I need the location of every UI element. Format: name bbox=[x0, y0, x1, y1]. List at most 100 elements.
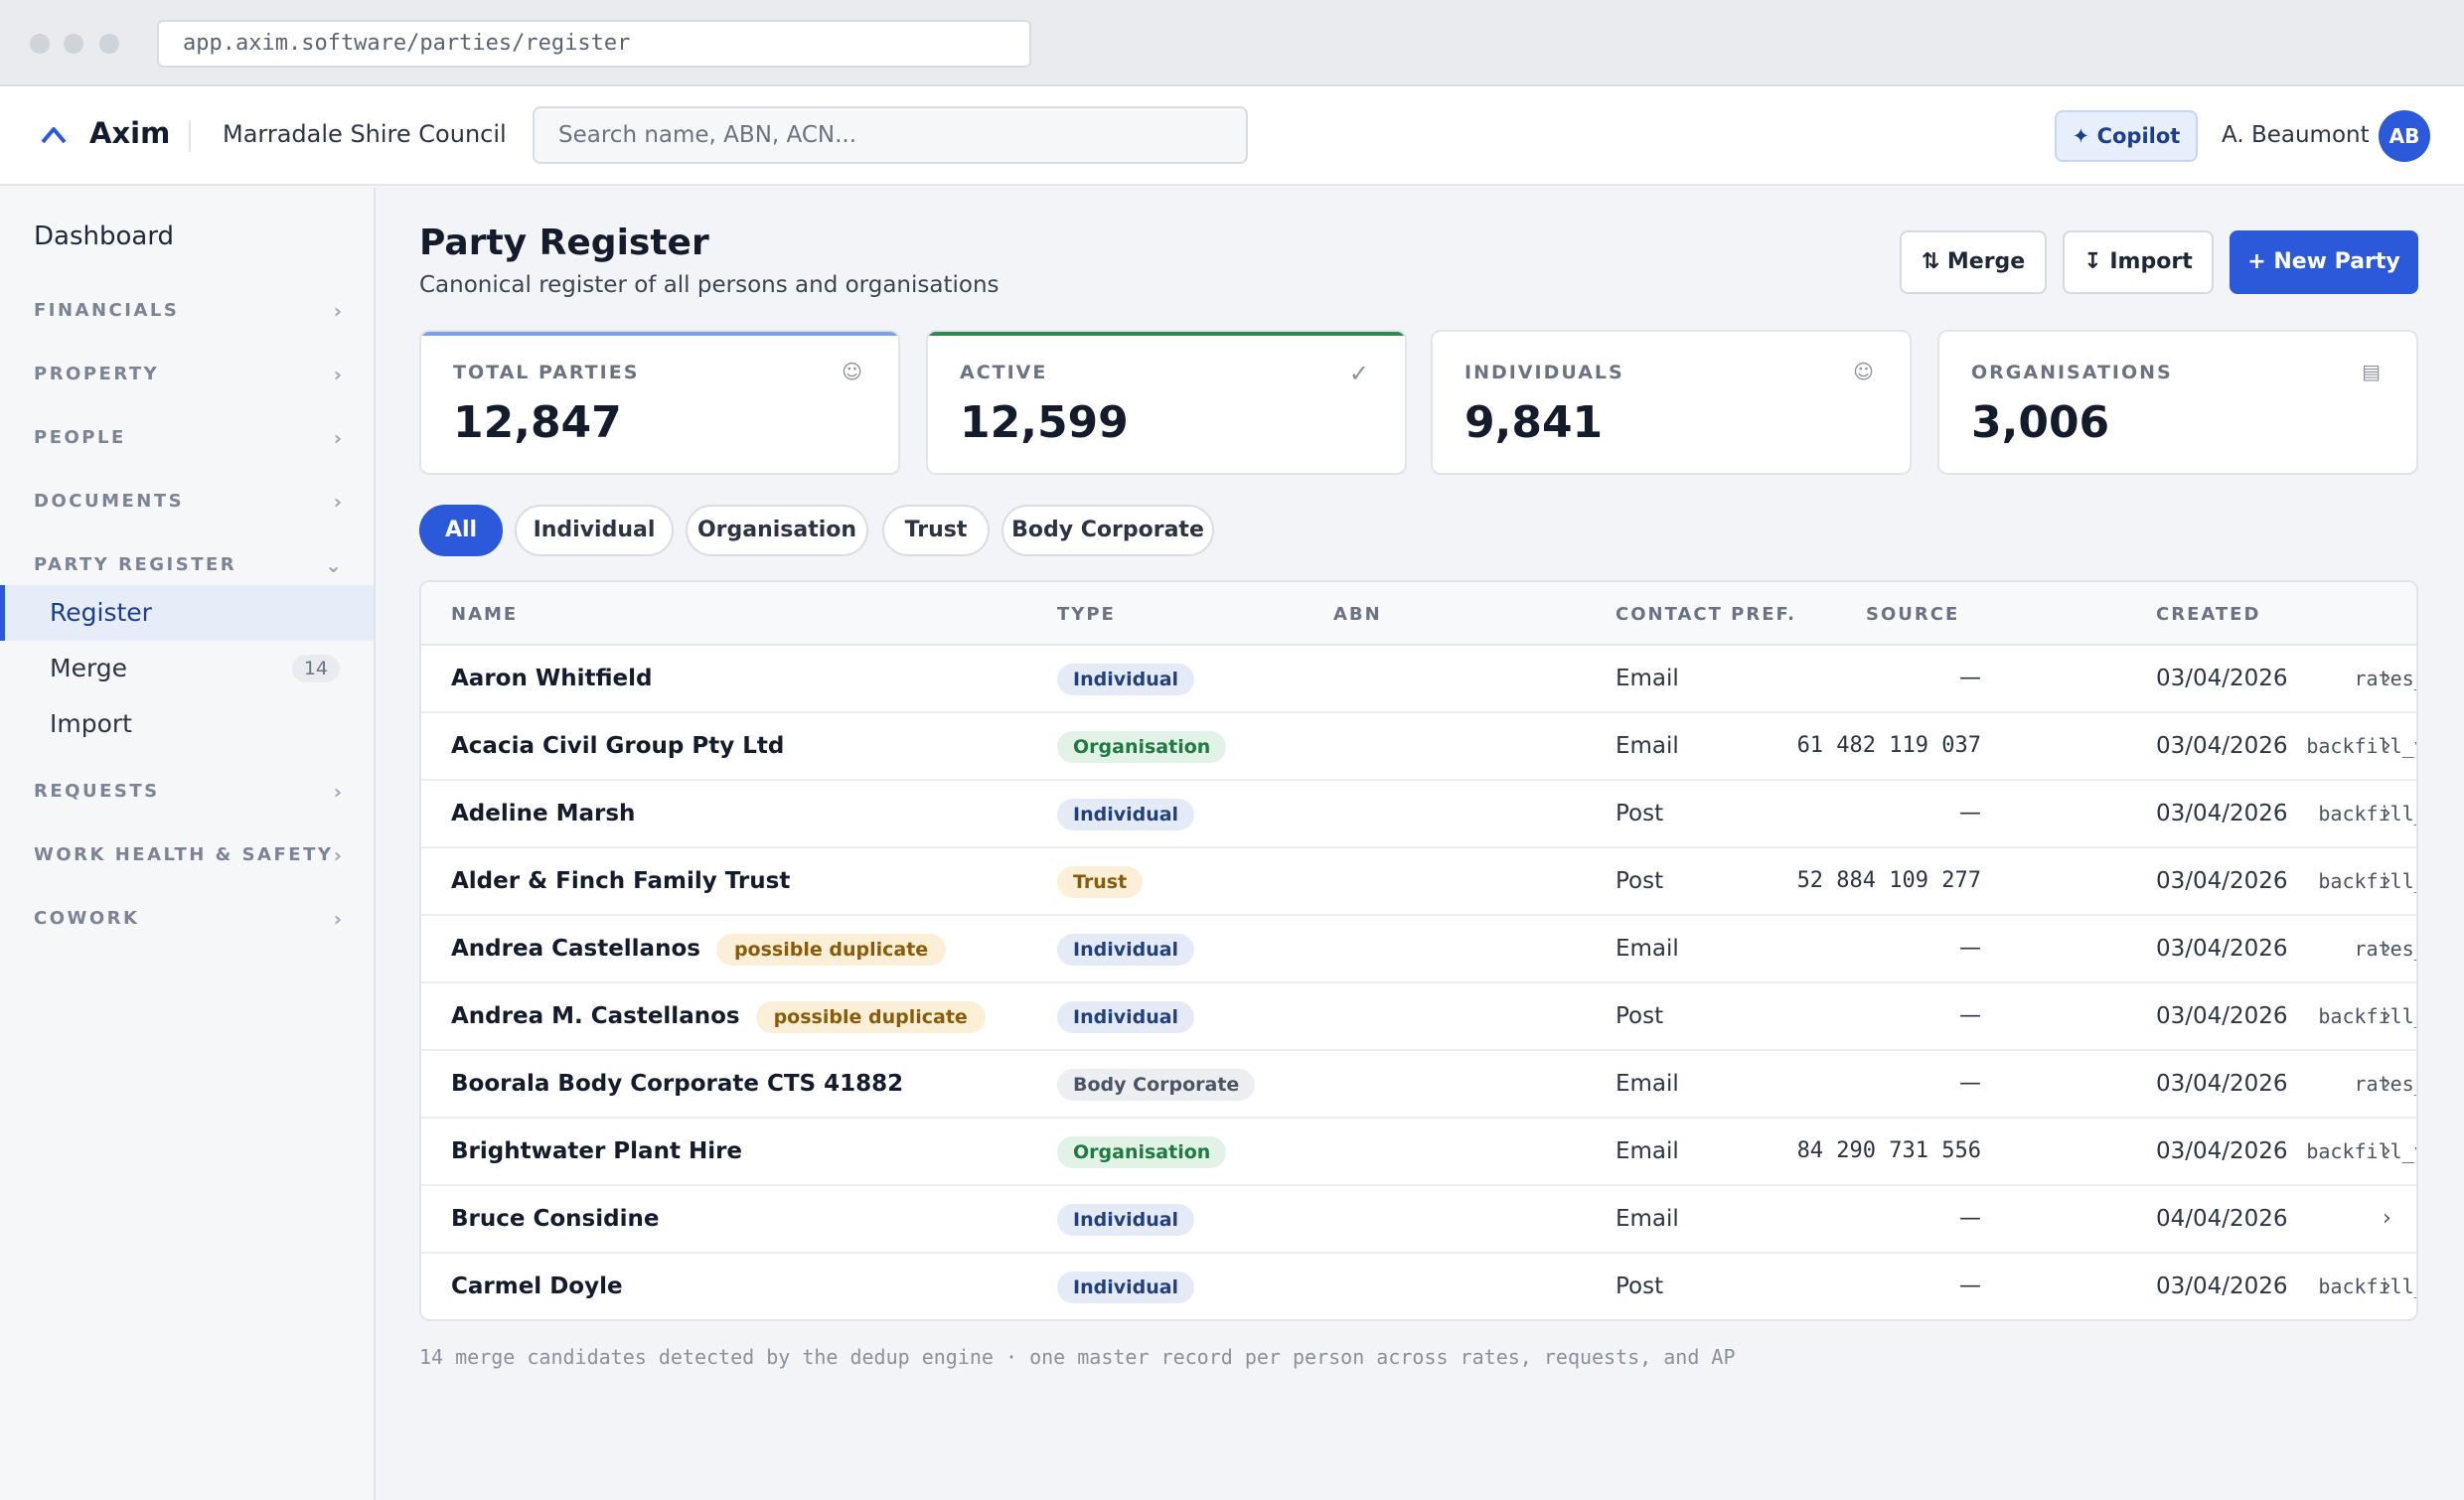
filter-chip-all[interactable]: All bbox=[419, 505, 503, 556]
window-maximize-dot[interactable] bbox=[99, 34, 119, 54]
party-name: Alder & Finch Family Trust bbox=[451, 868, 791, 894]
check-icon: ✓ bbox=[1348, 360, 1369, 387]
contact-pref-cell: Post bbox=[1616, 1274, 1664, 1299]
party-name-cell[interactable]: Brightwater Plant Hire bbox=[451, 1119, 742, 1184]
table-row[interactable]: Andrea M. Castellanos possible duplicate I… bbox=[421, 983, 2416, 1051]
table-row[interactable]: Andrea Castellanos possible duplicate Indi… bbox=[421, 916, 2416, 983]
top-bar: Axim Marradale Shire Council ✦ Copilot A… bbox=[0, 86, 2464, 186]
sidebar-group-requests[interactable]: REQUESTS › bbox=[34, 772, 342, 812]
table-header: NAME TYPE ABN CONTACT PREF. SOURCE CREAT… bbox=[421, 582, 2416, 646]
footnote: 14 merge candidates detected by the dedu… bbox=[419, 1345, 1736, 1369]
sidebar-group-financials[interactable]: FINANCIALS › bbox=[34, 291, 342, 331]
copilot-button[interactable]: ✦ Copilot bbox=[2055, 110, 2198, 162]
chevron-right-icon[interactable]: › bbox=[2383, 646, 2391, 711]
stat-label: TOTAL PARTIES bbox=[453, 362, 640, 383]
chevron-right-icon[interactable]: › bbox=[2383, 781, 2391, 846]
sidebar-group-documents[interactable]: DOCUMENTS › bbox=[34, 482, 342, 522]
party-name: Bruce Considine bbox=[451, 1206, 660, 1232]
stat-value: 3,006 bbox=[1971, 397, 2110, 448]
contact-pref-cell: Email bbox=[1616, 1071, 1679, 1097]
table-row[interactable]: Alder & Finch Family Trust Trust 52 884 10… bbox=[421, 848, 2416, 916]
column-header-source[interactable]: SOURCE bbox=[1866, 604, 1959, 625]
table-row[interactable]: Carmel DoyleIndividual—Postbackfill_owne… bbox=[421, 1254, 2416, 1319]
table-row[interactable]: Adeline MarshIndividual—Postbackfill_own… bbox=[421, 781, 2416, 848]
window-close-dot[interactable] bbox=[30, 34, 50, 54]
page-title: Party Register bbox=[419, 223, 709, 263]
avatar[interactable]: AB bbox=[2379, 110, 2430, 162]
source-cell: manual bbox=[1812, 1186, 2416, 1252]
user-name[interactable]: A. Beaumont bbox=[2222, 122, 2370, 148]
contact-pref-cell: Email bbox=[1616, 936, 1679, 962]
source-cell: rates_import bbox=[2354, 1072, 2417, 1096]
party-type-cell: Organisation bbox=[1057, 713, 1227, 779]
party-name-cell[interactable]: Carmel Doyle bbox=[451, 1254, 623, 1319]
chevron-right-icon[interactable]: › bbox=[2383, 713, 2391, 779]
created-date-cell: 03/04/2026 bbox=[2156, 733, 2288, 759]
filter-chip-individual[interactable]: Individual bbox=[515, 505, 674, 556]
chevron-right-icon[interactable]: › bbox=[2383, 1186, 2391, 1252]
party-name-cell[interactable]: Adeline Marsh bbox=[451, 781, 635, 846]
chevron-right-icon[interactable]: › bbox=[2383, 1119, 2391, 1184]
stat-card-active: ACTIVE 12,599 ✓ bbox=[926, 330, 1407, 475]
possible-duplicate-badge: possible duplicate bbox=[755, 1000, 986, 1033]
merge-button[interactable]: ⇅ Merge bbox=[1900, 230, 2047, 294]
party-name-cell[interactable]: Boorala Body Corporate CTS 41882 bbox=[451, 1051, 903, 1117]
chevron-right-icon[interactable]: › bbox=[2383, 1254, 2391, 1319]
type-badge: Individual bbox=[1057, 1000, 1195, 1033]
column-header-created[interactable]: CREATED bbox=[2156, 604, 2260, 625]
sidebar-group-label: FINANCIALS bbox=[34, 300, 180, 321]
sidebar-group-cowork[interactable]: COWORK › bbox=[34, 899, 342, 939]
table-row[interactable]: Boorala Body Corporate CTS 41882 Body Cor… bbox=[421, 1051, 2416, 1119]
party-name-cell[interactable]: Bruce Considine bbox=[451, 1186, 659, 1252]
created-date-cell: 03/04/2026 bbox=[2156, 868, 2288, 894]
contact-pref-cell: Email bbox=[1616, 1206, 1679, 1232]
chevron-right-icon[interactable]: › bbox=[2383, 916, 2391, 981]
column-header-type[interactable]: TYPE bbox=[1057, 604, 1116, 625]
party-name-cell[interactable]: Alder & Finch Family Trust bbox=[451, 848, 790, 914]
column-header-abn[interactable]: ABN bbox=[1333, 604, 1382, 625]
stat-value: 12,847 bbox=[453, 397, 622, 448]
source-cell: backfill_owners bbox=[2318, 802, 2416, 825]
new-party-button[interactable]: + New Party bbox=[2230, 230, 2418, 294]
sidebar-item-import[interactable]: Import bbox=[0, 696, 374, 752]
sidebar-item-merge[interactable]: Merge 14 bbox=[0, 641, 374, 696]
party-name-cell[interactable]: Aaron Whitfield bbox=[451, 646, 652, 711]
column-header-name[interactable]: NAME bbox=[451, 604, 518, 625]
sidebar-group-party-register[interactable]: PARTY REGISTER ⌄ bbox=[34, 545, 342, 585]
filter-chip-body-corporate[interactable]: Body Corporate bbox=[1001, 505, 1214, 556]
party-name-cell[interactable]: Acacia Civil Group Pty Ltd bbox=[451, 713, 784, 779]
type-badge: Organisation bbox=[1057, 730, 1227, 763]
import-button[interactable]: ↧ Import bbox=[2063, 230, 2214, 294]
table-row[interactable]: Aaron WhitfieldIndividual—Emailrates_imp… bbox=[421, 646, 2416, 713]
stat-value: 12,599 bbox=[960, 397, 1129, 448]
source-cell: backfill_owners bbox=[2318, 869, 2416, 893]
sidebar-group-work-health-safety[interactable]: WORK HEALTH & SAFETY › bbox=[34, 835, 342, 875]
sidebar-group-property[interactable]: PROPERTY › bbox=[34, 355, 342, 394]
table-row[interactable]: Acacia Civil Group Pty Ltd Organisation 61… bbox=[421, 713, 2416, 781]
created-date-cell: 03/04/2026 bbox=[2156, 1274, 2288, 1299]
party-name: Carmel Doyle bbox=[451, 1274, 623, 1299]
sidebar-item-dashboard[interactable]: Dashboard bbox=[34, 222, 174, 251]
party-name: Boorala Body Corporate CTS 41882 bbox=[451, 1071, 904, 1097]
created-date-cell: 03/04/2026 bbox=[2156, 1071, 2288, 1097]
filter-chip-trust[interactable]: Trust bbox=[882, 505, 990, 556]
party-type-cell: Individual bbox=[1057, 781, 1195, 846]
filter-chip-organisation[interactable]: Organisation bbox=[686, 505, 868, 556]
table-row[interactable]: Brightwater Plant Hire Organisation 84 290… bbox=[421, 1119, 2416, 1186]
party-name-cell[interactable]: Andrea M. Castellanos possible duplicate bbox=[451, 983, 986, 1049]
merge-count-badge: 14 bbox=[291, 655, 340, 682]
chevron-right-icon[interactable]: › bbox=[2383, 1051, 2391, 1117]
party-name-cell[interactable]: Andrea Castellanos possible duplicate bbox=[451, 916, 947, 981]
contact-pref-cell: Post bbox=[1616, 1003, 1664, 1029]
window-minimize-dot[interactable] bbox=[64, 34, 83, 54]
brand-name[interactable]: Axim bbox=[89, 116, 170, 150]
chevron-right-icon[interactable]: › bbox=[2383, 848, 2391, 914]
sidebar-item-register[interactable]: Register bbox=[0, 585, 374, 641]
sidebar-group-people[interactable]: PEOPLE › bbox=[34, 418, 342, 458]
address-bar[interactable]: app.axim.software/parties/register bbox=[157, 20, 1031, 68]
search-input[interactable] bbox=[533, 106, 1248, 164]
chevron-right-icon[interactable]: › bbox=[2383, 983, 2391, 1049]
party-type-cell: Individual bbox=[1057, 983, 1195, 1049]
table-row[interactable]: Bruce ConsidineIndividual—Emailmanual04/… bbox=[421, 1186, 2416, 1254]
column-header-contact[interactable]: CONTACT PREF. bbox=[1616, 604, 1796, 625]
